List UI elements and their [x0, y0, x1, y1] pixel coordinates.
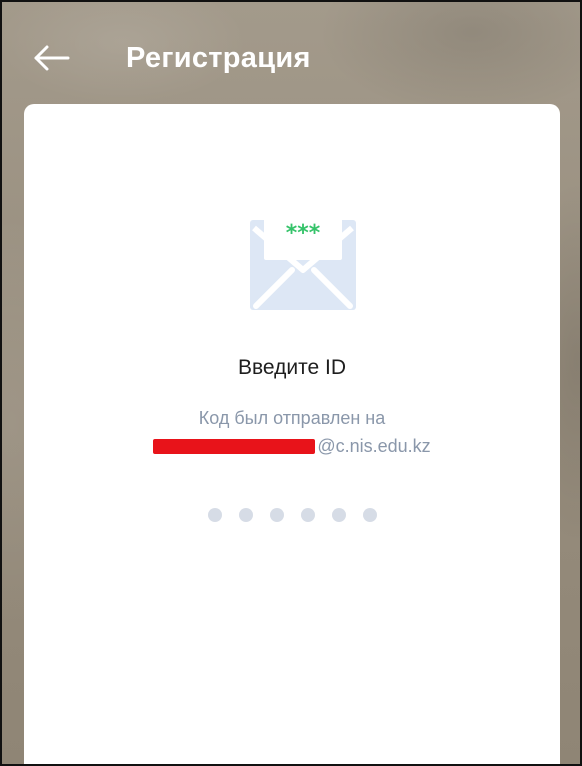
sent-message: Код был отправлен на: [198, 408, 386, 428]
code-digit-placeholder: [331, 508, 346, 522]
arrow-left-icon: [34, 45, 70, 71]
code-digit-placeholder: [362, 508, 377, 522]
code-digit-placeholder: [207, 508, 222, 522]
code-input[interactable]: [24, 508, 560, 522]
verification-card: *** Введите ID Код был отправлен на @c.n…: [24, 104, 560, 764]
email-address: @c.nis.edu.kz: [24, 436, 560, 457]
page-title: Регистрация: [126, 42, 311, 74]
code-digit-placeholder: [300, 508, 315, 522]
redaction-mark: [153, 438, 316, 454]
code-digit-placeholder: [269, 508, 284, 522]
envelope-password-icon: ***: [250, 210, 356, 310]
app-bar: Регистрация: [2, 2, 580, 106]
password-stars: ***: [286, 221, 321, 246]
back-button[interactable]: [32, 40, 72, 76]
registration-screen: Регистрация *** Введите ID Код был отпра…: [0, 0, 582, 766]
email-domain: @c.nis.edu.kz: [317, 436, 431, 456]
code-digit-placeholder: [238, 508, 253, 522]
heading: Введите ID: [237, 356, 347, 379]
